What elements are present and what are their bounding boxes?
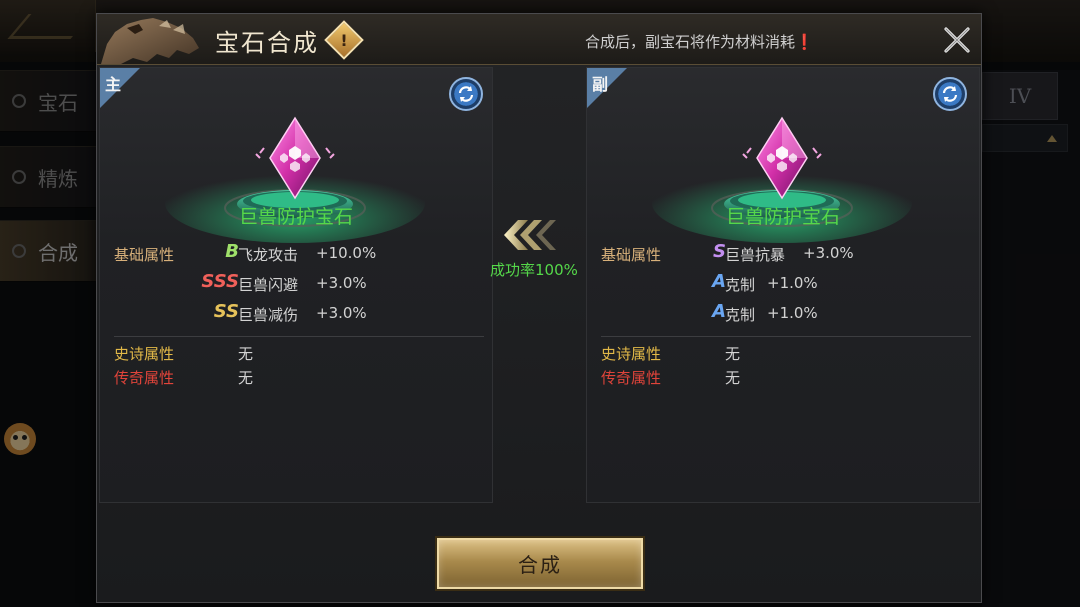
- legend-attr-label: 传奇属性: [601, 369, 662, 387]
- epic-row: 史诗属性 无: [114, 341, 484, 365]
- warning-icon[interactable]: !: [324, 20, 364, 60]
- legend-attr-value: 无: [238, 369, 254, 387]
- epic-attr-label: 史诗属性: [601, 345, 662, 363]
- attr-grade: B: [225, 241, 239, 262]
- attr-row: A 克制 +1.0%: [601, 270, 971, 300]
- dialog-title-bar: 宝石合成 ! 合成后，副宝石将作为材料消耗❗: [97, 14, 981, 65]
- legend-row: 传奇属性 无: [601, 365, 971, 389]
- attr-stat: 飞龙攻击: [238, 246, 299, 264]
- legend-attr-label: 传奇属性: [114, 369, 175, 387]
- legend-row: 传奇属性 无: [114, 365, 484, 389]
- attr-grade: A: [712, 301, 726, 322]
- attr-grade: SS: [213, 301, 239, 322]
- refresh-icon[interactable]: [933, 77, 967, 111]
- beast-emblem-icon: [97, 14, 217, 65]
- epic-attr-label: 史诗属性: [114, 345, 175, 363]
- secondary-gem-name: 巨兽防护宝石: [725, 206, 840, 228]
- attr-value: +3.0%: [316, 304, 367, 322]
- attr-value: +1.0%: [767, 274, 818, 292]
- secondary-gem-panel: 副 巨兽防护宝石 基础属性 S 巨兽抗暴 +3.0% A 克制 +1.0% A …: [586, 67, 980, 503]
- merge-notice: 合成后，副宝石将作为材料消耗❗: [585, 33, 814, 51]
- divider: [114, 336, 484, 337]
- base-attr-label: 基础属性: [114, 246, 175, 264]
- epic-attr-value: 无: [238, 345, 254, 363]
- attr-stat: 巨兽抗暴: [725, 246, 786, 264]
- attr-grade: SSS: [201, 271, 239, 292]
- gem-merge-dialog: 宝石合成 ! 合成后，副宝石将作为材料消耗❗ 主 巨兽防护宝石 基础属性 B 飞…: [96, 13, 982, 603]
- epic-row: 史诗属性 无: [601, 341, 971, 365]
- dialog-title: 宝石合成: [215, 29, 319, 57]
- primary-corner-label: 主: [105, 75, 122, 94]
- attr-stat: 巨兽闪避: [238, 276, 299, 294]
- attr-grade: S: [713, 241, 726, 262]
- attr-row: 基础属性 B 飞龙攻击 +10.0%: [114, 240, 484, 270]
- success-rate: 成功率100%: [490, 261, 578, 279]
- primary-gem-panel: 主 巨兽防护宝石 基础属性 B 飞龙攻击 +10.0% SSS 巨兽闪避 +3.…: [99, 67, 493, 503]
- base-attr-label: 基础属性: [601, 246, 662, 264]
- divider: [601, 336, 971, 337]
- attr-row: 基础属性 S 巨兽抗暴 +3.0%: [601, 240, 971, 270]
- secondary-attributes: 基础属性 S 巨兽抗暴 +3.0% A 克制 +1.0% A 克制 +1.0% …: [601, 240, 971, 389]
- attr-row: SSS 巨兽闪避 +3.0%: [114, 270, 484, 300]
- attr-value: +3.0%: [803, 244, 854, 262]
- merge-arrow-icon: [500, 216, 562, 254]
- primary-gem-name: 巨兽防护宝石: [238, 206, 353, 228]
- attr-stat: 克制: [725, 306, 756, 324]
- attr-value: +10.0%: [316, 244, 377, 262]
- epic-attr-value: 无: [725, 345, 741, 363]
- attr-grade: A: [712, 271, 726, 292]
- attr-stat: 巨兽减伤: [238, 306, 299, 324]
- attr-stat: 克制: [725, 276, 756, 294]
- attr-row: SS 巨兽减伤 +3.0%: [114, 300, 484, 330]
- attr-row: A 克制 +1.0%: [601, 300, 971, 330]
- merge-button[interactable]: 合成: [437, 538, 643, 589]
- legend-attr-value: 无: [725, 369, 741, 387]
- refresh-icon[interactable]: [449, 77, 483, 111]
- close-icon[interactable]: [943, 26, 971, 54]
- attr-value: +3.0%: [316, 274, 367, 292]
- secondary-corner-label: 副: [592, 75, 609, 94]
- primary-attributes: 基础属性 B 飞龙攻击 +10.0% SSS 巨兽闪避 +3.0% SS 巨兽减…: [114, 240, 484, 389]
- attr-value: +1.0%: [767, 304, 818, 322]
